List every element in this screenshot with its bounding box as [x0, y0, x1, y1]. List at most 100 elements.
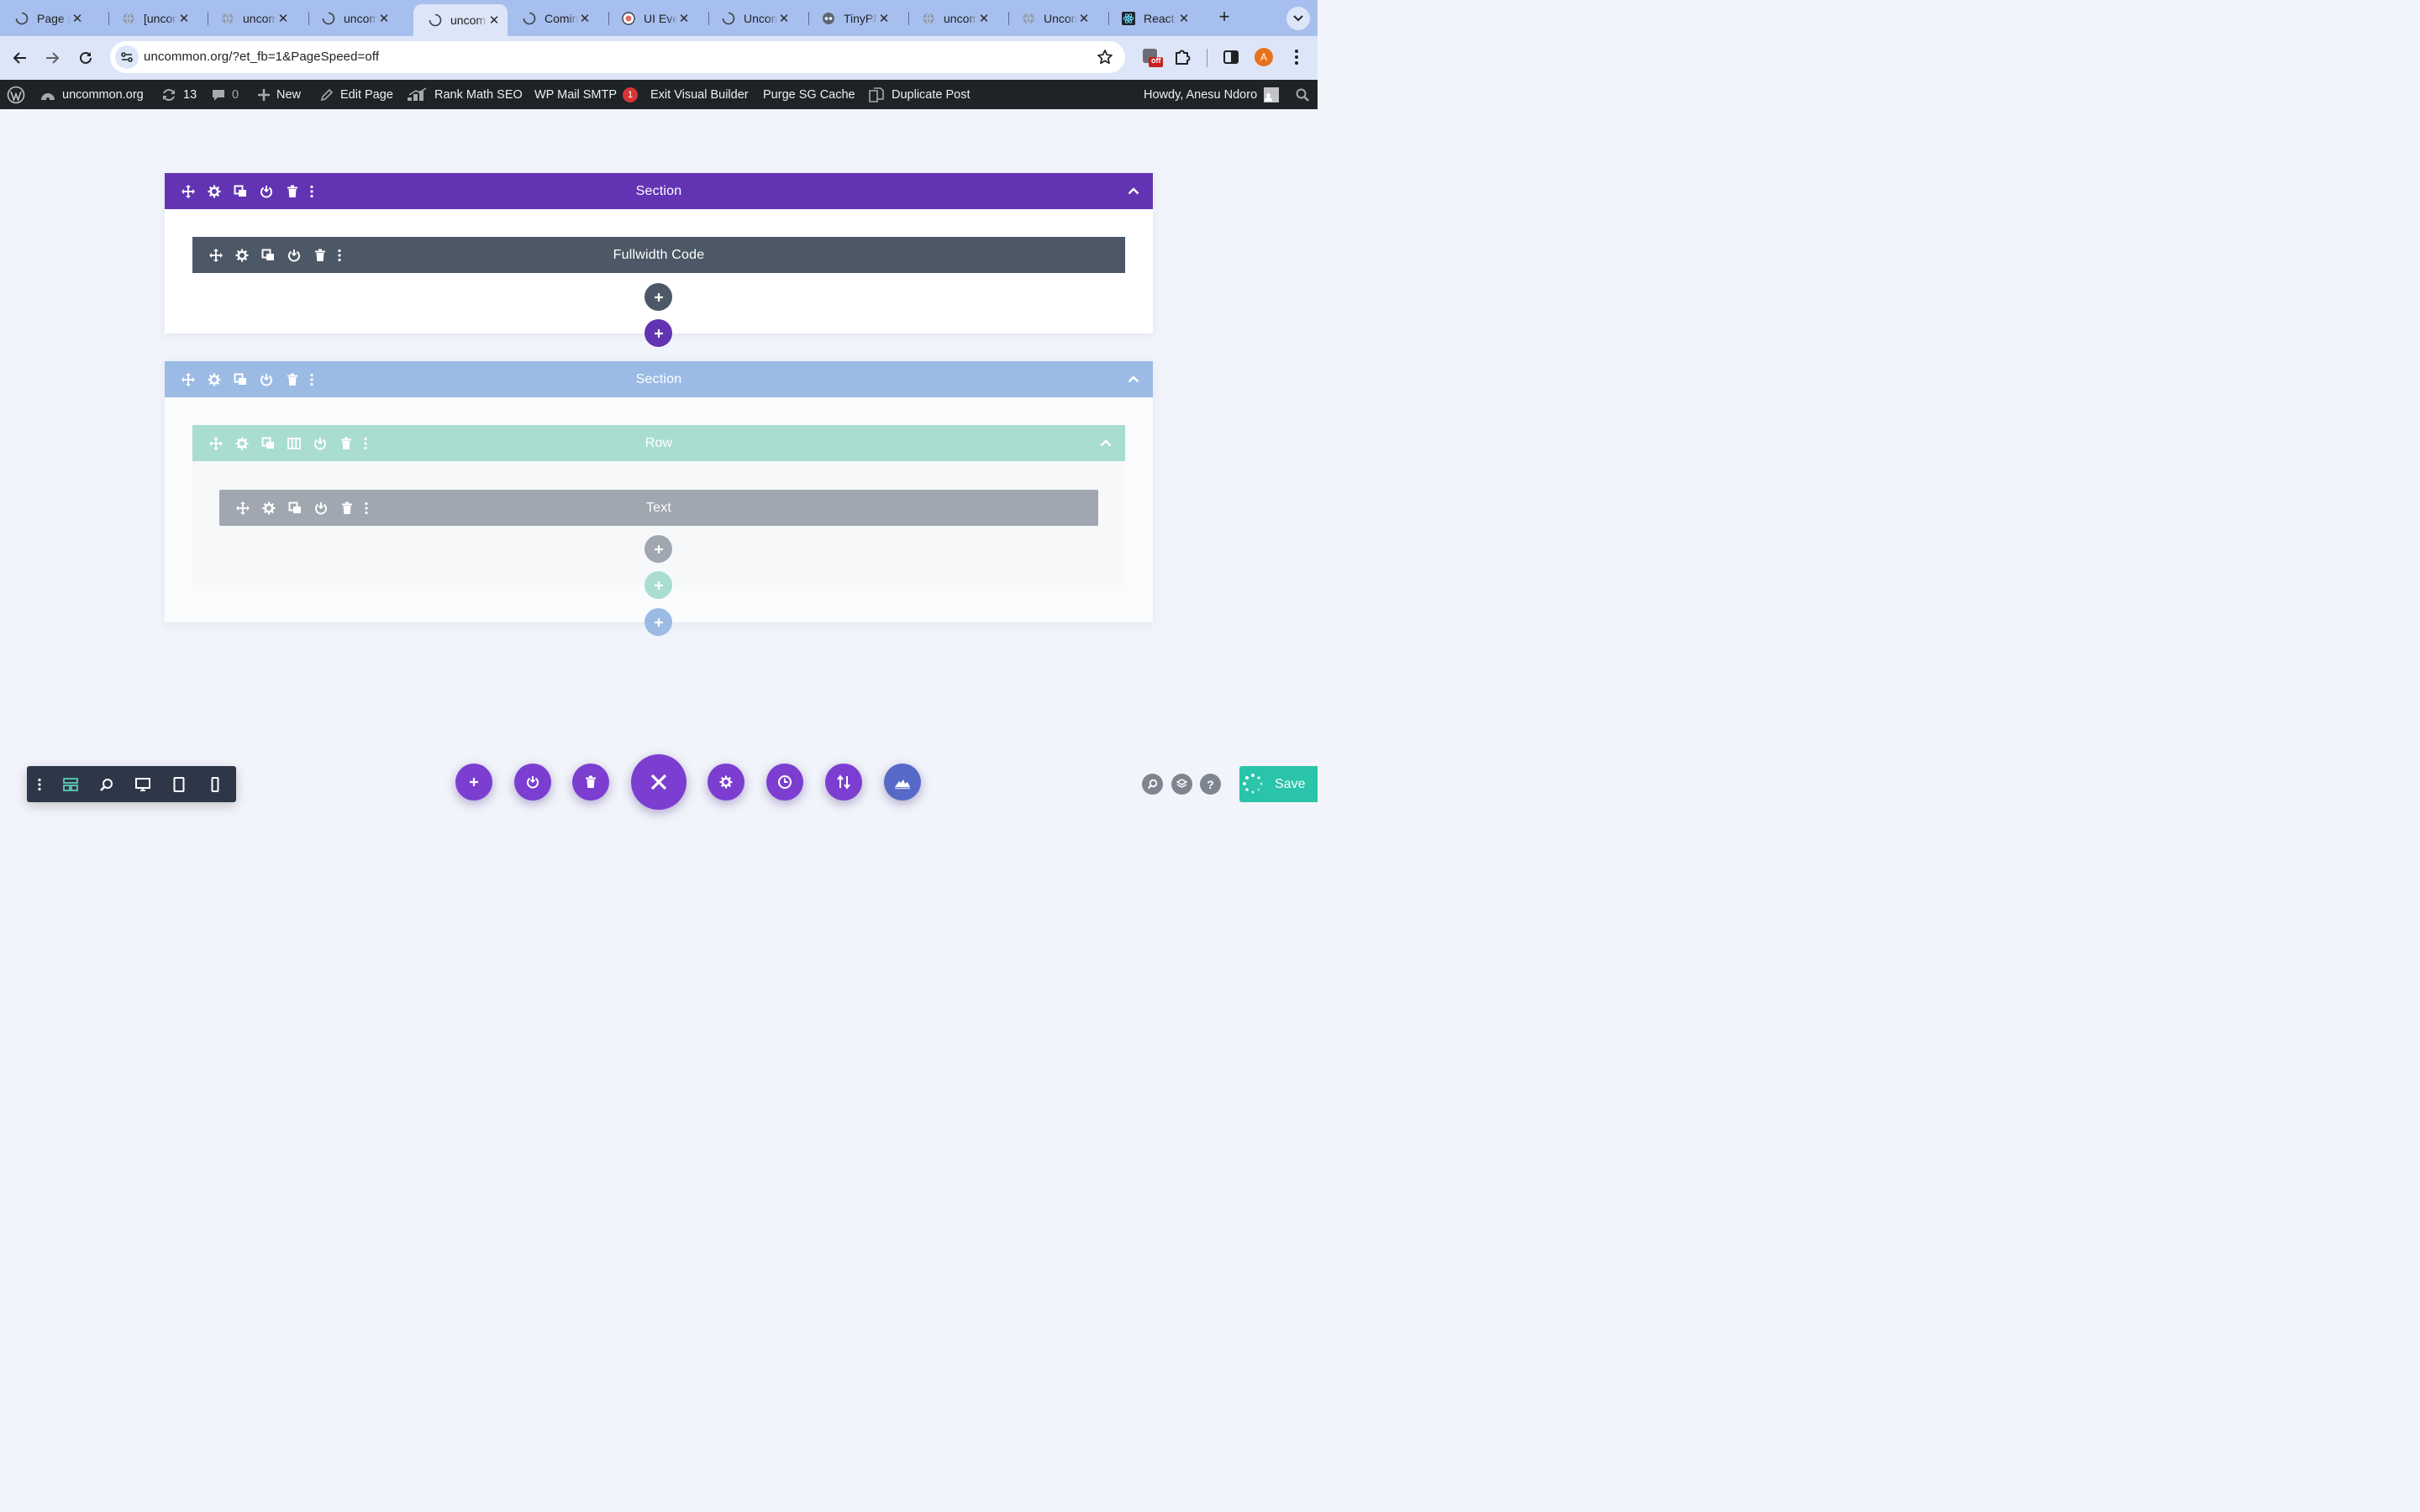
adminbar-comments[interactable]: 0 — [211, 80, 239, 109]
row-header[interactable]: Row — [192, 425, 1125, 461]
settings-gear-icon[interactable] — [201, 173, 227, 209]
section-1-header[interactable]: Section — [165, 173, 1153, 209]
collapse-chevron-icon[interactable] — [1126, 183, 1141, 198]
add-section-button[interactable] — [644, 319, 672, 347]
add-module-button[interactable] — [644, 283, 672, 311]
adminbar-rank-math[interactable]: Rank Math SEO — [407, 80, 523, 109]
close-tab-icon[interactable]: ✕ — [1077, 12, 1091, 26]
browser-tab[interactable]: Uncom ✕ — [1007, 5, 1097, 31]
browser-tab[interactable]: uncom ✕ — [907, 5, 997, 31]
portability-button[interactable] — [825, 764, 862, 801]
side-panel-icon[interactable] — [1223, 49, 1239, 66]
close-tab-icon[interactable]: ✕ — [487, 13, 501, 28]
save-button[interactable]: Save — [1239, 766, 1318, 802]
adminbar-new[interactable]: New — [257, 80, 301, 109]
browser-tab[interactable]: UI Eve ✕ — [607, 5, 697, 31]
adminbar-my-account[interactable]: Howdy, Anesu Ndoro — [1144, 80, 1280, 109]
adminbar-exit-builder[interactable]: Exit Visual Builder — [650, 80, 749, 109]
phone-view-icon[interactable] — [197, 766, 233, 802]
move-icon[interactable] — [203, 237, 229, 273]
tab-search-button[interactable] — [1286, 7, 1310, 30]
bookmark-star-icon[interactable] — [1097, 49, 1113, 66]
adminbar-updates[interactable]: 13 — [160, 80, 197, 109]
browser-tab[interactable]: uncom ✕ — [413, 4, 508, 36]
module-text[interactable]: Text — [219, 490, 1098, 526]
layers-button[interactable] — [1171, 774, 1192, 795]
desktop-view-icon[interactable] — [124, 766, 160, 802]
settings-gear-icon[interactable] — [229, 237, 255, 273]
settings-gear-icon[interactable] — [255, 490, 281, 526]
duplicate-icon[interactable] — [227, 361, 253, 397]
close-tab-icon[interactable]: ✕ — [177, 12, 191, 26]
save-to-library-icon[interactable] — [281, 237, 307, 273]
close-builder-button[interactable] — [631, 754, 687, 810]
browser-tab[interactable]: Comin ✕ — [508, 5, 598, 31]
more-options-icon[interactable] — [359, 425, 372, 461]
tablet-view-icon[interactable] — [160, 766, 197, 802]
settings-gear-icon[interactable] — [201, 361, 227, 397]
find-replace-button[interactable] — [1142, 774, 1163, 795]
browser-tab[interactable]: React ✕ — [1107, 5, 1197, 31]
page-settings-button[interactable] — [708, 764, 744, 801]
columns-layout-icon[interactable] — [281, 425, 307, 461]
browser-tab[interactable]: Page N✕ — [0, 5, 91, 31]
save-to-library-icon[interactable] — [308, 490, 334, 526]
add-section-button[interactable] — [644, 608, 672, 636]
profile-avatar[interactable]: A — [1255, 48, 1273, 66]
save-to-library-icon[interactable] — [253, 173, 279, 209]
load-from-library-button[interactable] — [514, 764, 551, 801]
divi-ai-button[interactable] — [884, 764, 921, 801]
extensions-puzzle-icon[interactable] — [1173, 48, 1192, 66]
address-bar[interactable]: uncommon.org/?et_fb=1&PageSpeed=off — [110, 41, 1125, 73]
back-button[interactable] — [9, 47, 31, 69]
more-options-icon[interactable] — [305, 361, 318, 397]
more-options-icon[interactable] — [333, 237, 346, 273]
settings-gear-icon[interactable] — [229, 425, 255, 461]
adminbar-duplicate-post[interactable]: Duplicate Post — [867, 80, 971, 109]
save-to-library-icon[interactable] — [307, 425, 333, 461]
history-button[interactable] — [766, 764, 803, 801]
move-icon[interactable] — [175, 173, 201, 209]
extension-off-icon[interactable]: off — [1141, 47, 1163, 69]
help-button[interactable]: ? — [1200, 774, 1221, 795]
move-icon[interactable] — [203, 425, 229, 461]
duplicate-icon[interactable] — [255, 237, 281, 273]
new-tab-button[interactable]: + — [1215, 8, 1234, 27]
duplicate-icon[interactable] — [255, 425, 281, 461]
more-options-icon[interactable] — [360, 490, 373, 526]
close-tab-icon[interactable]: ✕ — [578, 12, 592, 26]
wireframe-view-icon[interactable] — [52, 766, 88, 802]
trash-icon[interactable] — [307, 237, 333, 273]
trash-icon[interactable] — [333, 425, 359, 461]
add-content-button[interactable] — [455, 764, 492, 801]
collapse-chevron-icon[interactable] — [1098, 435, 1113, 450]
wordpress-logo-icon[interactable] — [7, 80, 31, 109]
add-module-button[interactable] — [644, 535, 672, 563]
close-tab-icon[interactable]: ✕ — [377, 12, 391, 26]
close-tab-icon[interactable]: ✕ — [777, 12, 791, 26]
adminbar-site-link[interactable]: uncommon.org — [39, 80, 144, 109]
save-to-library-icon[interactable] — [253, 361, 279, 397]
add-row-button[interactable] — [644, 571, 672, 599]
reload-button[interactable] — [75, 47, 97, 69]
forward-button[interactable] — [41, 47, 63, 69]
browser-tab[interactable]: TinyPN✕ — [807, 5, 897, 31]
close-tab-icon[interactable]: ✕ — [977, 12, 991, 26]
close-tab-icon[interactable]: ✕ — [276, 12, 290, 26]
adminbar-purge-cache[interactable]: Purge SG Cache — [763, 80, 855, 109]
adminbar-wp-mail[interactable]: WP Mail SMTP 1 — [534, 80, 639, 109]
close-tab-icon[interactable]: ✕ — [1177, 12, 1191, 26]
duplicate-icon[interactable] — [227, 173, 253, 209]
trash-icon[interactable] — [279, 173, 305, 209]
close-tab-icon[interactable]: ✕ — [877, 12, 891, 26]
collapse-chevron-icon[interactable] — [1126, 371, 1141, 386]
clear-layout-button[interactable] — [572, 764, 609, 801]
zoom-view-icon[interactable] — [88, 766, 124, 802]
adminbar-edit-page[interactable]: Edit Page — [319, 80, 393, 109]
move-icon[interactable] — [175, 361, 201, 397]
browser-tab[interactable]: Uncom ✕ — [707, 5, 797, 31]
close-tab-icon[interactable]: ✕ — [677, 12, 691, 26]
move-icon[interactable] — [229, 490, 255, 526]
browser-tab[interactable]: [uncon ✕ — [107, 5, 197, 31]
more-options-icon[interactable] — [305, 173, 318, 209]
